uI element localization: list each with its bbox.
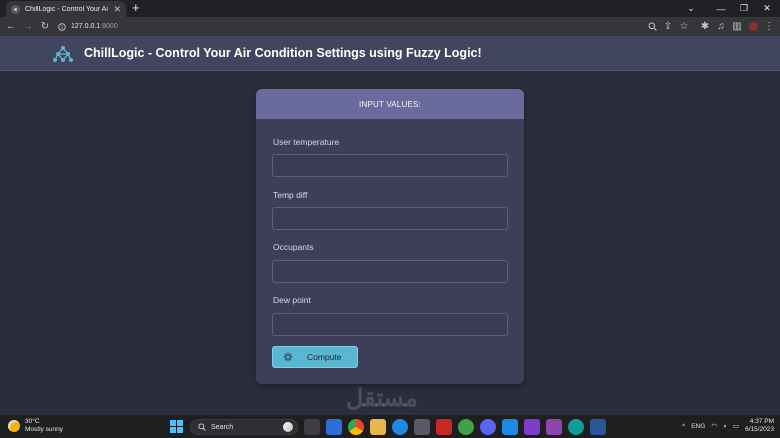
- edge-dev-icon[interactable]: [568, 419, 584, 435]
- windows-taskbar: 30°C Mostly sunny Search ^ ENG ◠ ◖ ▭ 4:3…: [0, 414, 780, 438]
- chat-icon[interactable]: [326, 419, 342, 435]
- extensions-icon[interactable]: ✱: [697, 17, 713, 36]
- globe-icon: [11, 4, 20, 14]
- taskbar-search[interactable]: Search: [190, 419, 298, 435]
- user-temperature-label: User temperature: [273, 137, 340, 147]
- sun-cloud-icon: [8, 420, 20, 432]
- browser-tab[interactable]: ChillLogic - Control Your Air Con ✕: [6, 1, 126, 17]
- address-bar[interactable]: 127.0.0.1:8000: [71, 20, 118, 33]
- zoom-icon[interactable]: [644, 17, 660, 36]
- card-heading: INPUT VALUES:: [256, 89, 524, 119]
- share-icon[interactable]: ⇪: [660, 17, 676, 36]
- minimize-button[interactable]: —: [710, 0, 732, 17]
- profile-avatar[interactable]: [745, 17, 761, 36]
- browser-toolbar: ← → ↻ 127.0.0.1:8000 ⇪ ☆ ✱ ♫ ▥ ⋮: [0, 17, 780, 36]
- info-icon[interactable]: [54, 17, 70, 36]
- browser-tab-strip: ChillLogic - Control Your Air Con ✕ + ⌄ …: [0, 0, 780, 17]
- weather-widget[interactable]: 30°C Mostly sunny: [8, 418, 63, 434]
- dew-point-input[interactable]: [272, 313, 508, 336]
- gear-icon: [283, 352, 293, 362]
- tab-title: ChillLogic - Control Your Air Con: [25, 5, 108, 13]
- pinned-apps: [304, 419, 606, 435]
- file-explorer-icon[interactable]: [370, 419, 386, 435]
- app-red-icon[interactable]: [436, 419, 452, 435]
- vscode-icon[interactable]: [502, 419, 518, 435]
- side-panel-icon[interactable]: ▥: [729, 17, 745, 36]
- chrome-icon[interactable]: [348, 419, 364, 435]
- weather-desc: Mostly sunny: [25, 426, 63, 433]
- wifi-icon[interactable]: ◠: [711, 422, 717, 430]
- clock-date: 6/15/2023: [745, 426, 774, 433]
- volume-icon[interactable]: ◖: [723, 423, 727, 430]
- close-window-button[interactable]: ✕: [756, 0, 778, 17]
- user-temperature-input[interactable]: [272, 154, 508, 177]
- forward-arrow-icon[interactable]: →: [20, 17, 36, 36]
- new-tab-button[interactable]: +: [132, 1, 140, 15]
- chevron-up-icon[interactable]: ^: [682, 423, 685, 430]
- temp-diff-input[interactable]: [272, 207, 508, 230]
- menu-kebab-icon[interactable]: ⋮: [761, 17, 777, 36]
- close-tab-icon[interactable]: ✕: [113, 4, 121, 14]
- bookmark-star-icon[interactable]: ☆: [676, 17, 692, 36]
- clock[interactable]: 4:37 PM 6/15/2023: [745, 418, 774, 434]
- url-host: 127.0.0.1: [71, 23, 101, 30]
- clock-time: 4:37 PM: [749, 418, 774, 425]
- compute-button-label: Compute: [307, 352, 342, 362]
- dew-point-label: Dew point: [273, 295, 311, 305]
- battery-icon[interactable]: ▭: [733, 422, 739, 430]
- store-icon[interactable]: [414, 419, 430, 435]
- search-label: Search: [211, 423, 234, 431]
- compute-button[interactable]: Compute: [272, 346, 358, 368]
- occupants-input[interactable]: [272, 260, 508, 283]
- input-values-card: INPUT VALUES: User temperature Temp diff…: [256, 89, 524, 384]
- network-logo-icon: [53, 46, 73, 62]
- visual-studio-icon[interactable]: [524, 419, 540, 435]
- word-icon[interactable]: [590, 419, 606, 435]
- url-port: :8000: [100, 23, 118, 30]
- edge-icon[interactable]: [392, 419, 408, 435]
- language-indicator[interactable]: ENG: [691, 423, 705, 430]
- watermark-arabic-text: مستقل: [346, 385, 418, 412]
- temp-diff-label: Temp diff: [273, 190, 308, 200]
- windows-start-icon[interactable]: [170, 420, 183, 433]
- search-highlight-icon: [283, 422, 293, 432]
- occupants-label: Occupants: [273, 242, 314, 252]
- page-title: ChillLogic - Control Your Air Condition …: [84, 46, 482, 60]
- maximize-button[interactable]: ❐: [733, 0, 755, 17]
- xbox-icon[interactable]: [458, 419, 474, 435]
- discord-icon[interactable]: [480, 419, 496, 435]
- system-tray: ^ ENG ◠ ◖ ▭ 4:37 PM 6/15/2023: [682, 418, 774, 434]
- chevron-down-icon[interactable]: ⌄: [680, 0, 702, 17]
- app-purple-icon[interactable]: [546, 419, 562, 435]
- back-arrow-icon[interactable]: ←: [3, 17, 19, 36]
- search-icon: [198, 423, 206, 431]
- weather-temp: 30°C: [25, 418, 40, 425]
- task-view-icon[interactable]: [304, 419, 320, 435]
- reload-icon[interactable]: ↻: [37, 17, 53, 36]
- media-icon[interactable]: ♫: [713, 17, 729, 36]
